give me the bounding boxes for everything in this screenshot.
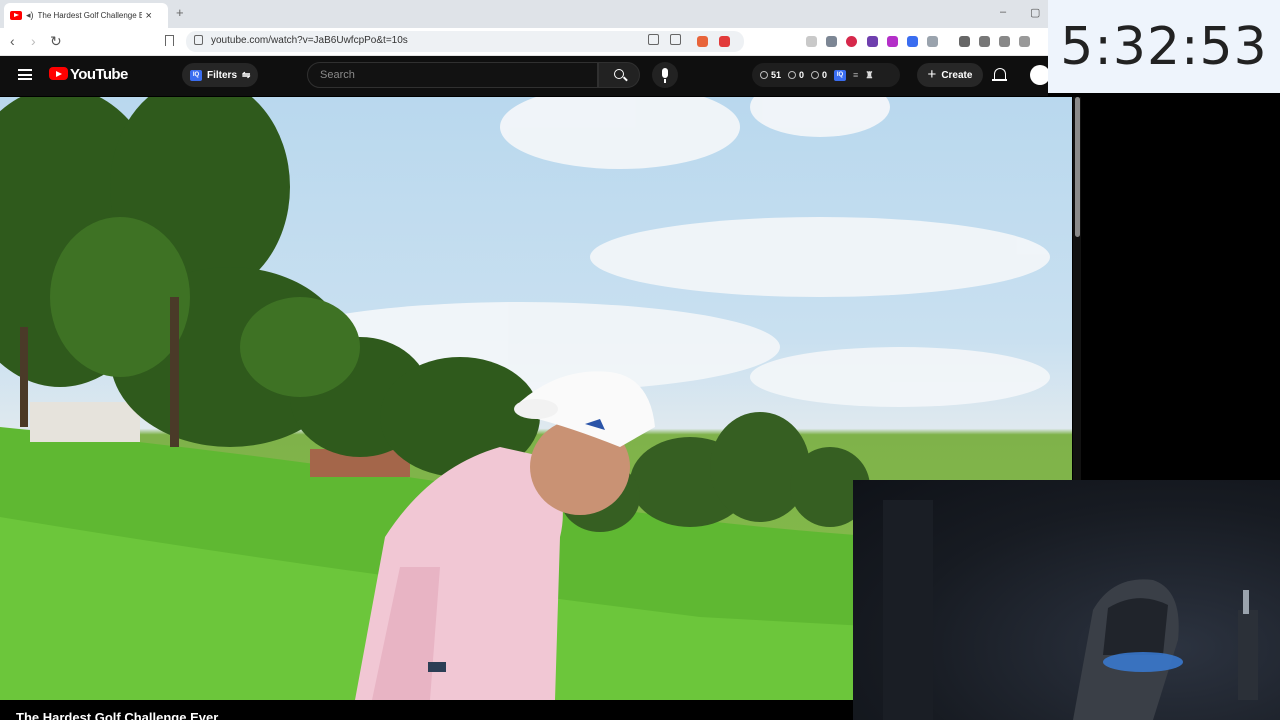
youtube-logo-text[interactable]: YouTube bbox=[70, 66, 128, 83]
extension-icon[interactable] bbox=[927, 36, 938, 47]
youtube-header: YouTube IQ Filters ⇋ Search 51 0 0 IQ ≡ … bbox=[0, 56, 1050, 96]
video-title: The Hardest Golf Challenge Ever bbox=[16, 710, 219, 720]
tree-trunk bbox=[20, 327, 28, 427]
create-label: Create bbox=[941, 69, 973, 81]
minimize-button[interactable]: – bbox=[1000, 6, 1006, 18]
rewards-icon[interactable] bbox=[719, 36, 730, 47]
url-text: youtube.com/watch?v=JaB6UwfcpPo&t=10s bbox=[211, 35, 408, 46]
forward-button[interactable]: › bbox=[31, 33, 36, 49]
browser-tab-strip: ◂) The Hardest Golf Challenge E × + – ▢ bbox=[0, 0, 1048, 28]
equipment-stand bbox=[1238, 610, 1258, 700]
screen: ◂) The Hardest Golf Challenge E × + – ▢ … bbox=[0, 0, 1280, 720]
search-button[interactable] bbox=[598, 62, 640, 88]
share-icon[interactable] bbox=[670, 34, 681, 45]
extension-icon[interactable] bbox=[867, 36, 878, 47]
extension-icon[interactable] bbox=[887, 36, 898, 47]
filters-icon: ⇋ bbox=[242, 69, 251, 81]
extension-icon[interactable] bbox=[806, 36, 817, 47]
extension-stats-pill[interactable]: 51 0 0 IQ ≡ ♜ bbox=[752, 63, 900, 87]
extension-icon[interactable] bbox=[826, 36, 837, 47]
plus-icon: + bbox=[927, 66, 937, 83]
clock-icon bbox=[760, 71, 768, 79]
create-button[interactable]: + Create bbox=[917, 63, 983, 87]
back-button[interactable]: ‹ bbox=[10, 33, 15, 49]
sidebar-icon[interactable] bbox=[979, 36, 990, 47]
trophy-icon: ♜ bbox=[865, 69, 874, 80]
chair-back bbox=[1103, 598, 1168, 655]
stat-views: 0 bbox=[788, 70, 804, 80]
cast-icon[interactable] bbox=[648, 34, 659, 45]
stream-clock: 5:32:53 bbox=[1048, 0, 1280, 93]
door-frame bbox=[883, 500, 933, 720]
search-input[interactable]: Search bbox=[307, 62, 598, 88]
browser-tab-active[interactable]: ◂) The Hardest Golf Challenge E × bbox=[4, 3, 168, 28]
stat-hidden: 0 bbox=[811, 70, 827, 80]
maximize-button[interactable]: ▢ bbox=[1030, 6, 1040, 19]
stat-clock: 51 bbox=[760, 70, 781, 80]
leo-ai-icon[interactable] bbox=[1019, 36, 1030, 47]
eye-off-icon bbox=[811, 71, 820, 79]
scrollbar-thumb[interactable] bbox=[1075, 97, 1080, 237]
stat-value: 51 bbox=[771, 70, 782, 80]
search-icon bbox=[614, 69, 624, 79]
filters-label: Filters bbox=[207, 69, 238, 81]
voice-search-icon[interactable] bbox=[652, 62, 678, 88]
list-icon: ≡ bbox=[853, 70, 859, 80]
site-info-icon[interactable] bbox=[194, 35, 203, 45]
new-tab-button[interactable]: + bbox=[176, 5, 184, 20]
iq-badge-icon: IQ bbox=[190, 69, 202, 81]
youtube-favicon-icon bbox=[10, 11, 22, 20]
webcam-overlay bbox=[853, 480, 1280, 720]
youtube-logo-icon[interactable] bbox=[49, 67, 68, 80]
microphone bbox=[1243, 590, 1249, 614]
filters-button[interactable]: IQ Filters ⇋ bbox=[182, 63, 259, 87]
page-scrollbar[interactable] bbox=[1073, 97, 1081, 480]
stat-value: 0 bbox=[799, 70, 805, 80]
stat-value: 0 bbox=[822, 70, 828, 80]
tab-title: The Hardest Golf Challenge E bbox=[37, 11, 142, 20]
brave-shield-icon[interactable] bbox=[697, 36, 708, 47]
address-bar[interactable]: youtube.com/watch?v=JaB6UwfcpPo&t=10s bbox=[186, 31, 744, 52]
reload-button[interactable]: ↻ bbox=[50, 33, 62, 49]
account-avatar[interactable] bbox=[1030, 65, 1050, 85]
eye-icon bbox=[788, 71, 797, 79]
extension-icon[interactable] bbox=[907, 36, 918, 47]
menu-icon[interactable] bbox=[18, 69, 32, 80]
notifications-bell-icon[interactable] bbox=[992, 68, 1007, 81]
tab-close-icon[interactable]: × bbox=[146, 10, 152, 22]
extension-icon[interactable] bbox=[846, 36, 857, 47]
speaker-icon: ◂) bbox=[26, 10, 34, 20]
chair-light bbox=[1103, 652, 1183, 672]
wallet-icon[interactable] bbox=[999, 36, 1010, 47]
webcam-frame bbox=[883, 500, 1258, 720]
media-controls-icon[interactable] bbox=[959, 36, 970, 47]
iq-badge-icon: IQ bbox=[834, 69, 847, 81]
clubhouse bbox=[30, 402, 140, 442]
tree-trunk bbox=[170, 297, 179, 447]
bookmark-icon[interactable] bbox=[165, 35, 174, 46]
browser-toolbar: ‹ › ↻ youtube.com/watch?v=JaB6UwfcpPo&t=… bbox=[0, 28, 1048, 56]
